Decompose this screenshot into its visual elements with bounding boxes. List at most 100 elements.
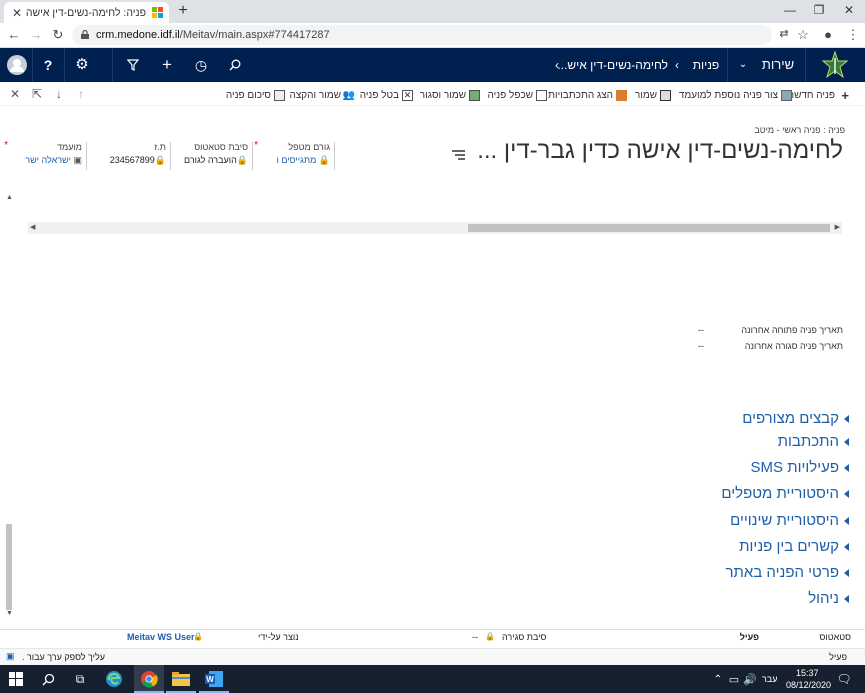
created-by-value[interactable]: Meitav WS User xyxy=(127,632,195,642)
profile-icon[interactable]: ● xyxy=(820,27,836,42)
last-closed-value: -- xyxy=(698,341,704,351)
search-icon[interactable] xyxy=(226,48,244,82)
chevron-down-icon[interactable]: ⌄ xyxy=(736,48,750,82)
id-number-label: ת.ז xyxy=(154,142,166,152)
previous-record-icon[interactable]: ↑ xyxy=(74,87,88,101)
assign-users-icon: 👥 xyxy=(342,89,355,101)
page-title: לחימה-נשים-דין אישה כדין גבר-דין ... xyxy=(477,137,843,164)
cancel-doc-icon: ✕ xyxy=(402,89,413,101)
lock-icon: 🔒 xyxy=(318,155,330,165)
horizontal-scrollbar[interactable]: ◀ ▶ xyxy=(28,222,842,234)
menu-dots-icon[interactable]: ⋮ xyxy=(845,27,861,43)
section-case-relations[interactable]: קשרים בין פניות xyxy=(739,538,849,555)
cancel-case-button[interactable]: ✕ בטל פניה xyxy=(360,88,413,102)
word-icon[interactable]: W xyxy=(204,669,224,689)
nav-record[interactable]: לחימה-נשים-דין איש... xyxy=(557,48,668,82)
save-and-close-button[interactable]: שמור וסגור xyxy=(420,88,480,102)
recent-history-icon[interactable]: ◷ xyxy=(192,48,210,82)
vertical-scrollbar[interactable]: ▲ ▼ xyxy=(4,192,14,620)
filter-icon[interactable] xyxy=(124,48,142,82)
lock-icon xyxy=(81,30,89,39)
section-site-details[interactable]: פרטי הפניה באתר xyxy=(725,564,849,581)
handler-value[interactable]: מתגייסים ו xyxy=(277,155,317,165)
show-correspondence-button[interactable]: הצג התכתבויות xyxy=(548,88,627,102)
volume-icon[interactable]: 🔊 xyxy=(740,669,760,689)
candidate-value[interactable]: ישראלה ישר xyxy=(25,155,71,165)
validation-hint: עליך לספק ערך עבור . xyxy=(22,652,106,662)
required-marker: * xyxy=(4,140,8,151)
summary-icon xyxy=(274,89,285,101)
minimize-icon[interactable]: — xyxy=(775,3,805,17)
section-correspondence[interactable]: התכתבות xyxy=(778,433,849,450)
section-handler-history[interactable]: היסטוריית מטפלים xyxy=(721,485,849,502)
handler-field[interactable]: * גורם מטפל 🔒 מתגייסים ו xyxy=(254,140,330,172)
forward-icon[interactable]: → xyxy=(28,27,44,42)
nav-service[interactable]: שירות xyxy=(758,48,798,82)
clock-time[interactable]: 15:37 xyxy=(796,668,819,678)
title-menu-icon[interactable] xyxy=(452,150,465,160)
id-number-field[interactable]: ת.ז 🔒234567899 xyxy=(96,142,166,172)
created-by-label: נוצר על-ידי xyxy=(258,632,299,642)
notifications-icon[interactable]: 🗨 xyxy=(834,669,854,689)
bookmark-star-icon[interactable]: ☆ xyxy=(795,27,811,43)
chrome-icon[interactable] xyxy=(139,669,159,689)
close-tab-icon[interactable]: ✕ xyxy=(10,6,24,20)
file-explorer-icon[interactable] xyxy=(171,669,191,689)
edge-icon[interactable] xyxy=(104,669,124,689)
save-and-assign-button[interactable]: 👥 שמור והקצה xyxy=(289,88,355,102)
footer-fields: סטאטוס פעיל סיבת סגירה -- 🔒 נוצר על-ידי … xyxy=(0,629,865,646)
next-record-icon[interactable]: ↓ xyxy=(52,87,66,101)
case-summary-button[interactable]: סיכום פניה xyxy=(226,88,285,102)
pop-out-icon[interactable]: ⇱ xyxy=(30,87,44,101)
task-view-icon[interactable]: ⧉ xyxy=(70,669,90,689)
close-window-icon[interactable]: ✕ xyxy=(834,3,864,17)
reload-icon[interactable]: ↻ xyxy=(50,27,66,43)
windows-start-icon[interactable] xyxy=(6,669,26,689)
nav-cases[interactable]: פניות xyxy=(690,48,722,82)
close-reason-label: סיבת סגירה xyxy=(502,632,547,642)
lock-icon: 🔒 xyxy=(485,632,495,641)
address-bar: ← → ↻ crm.medone.idf.il/Meitav/main.aspx… xyxy=(0,23,865,48)
new-tab-icon[interactable]: + xyxy=(174,2,192,20)
expand-triangle-icon xyxy=(844,437,849,446)
section-sms-activities[interactable]: פעילויות SMS xyxy=(751,459,849,476)
browser-tab[interactable]: פניה: לחימה-נשים-דין אישה כדין ג ✕ xyxy=(4,2,169,23)
status-reason-label: סיבת סטאטוס xyxy=(194,142,248,152)
save-icon xyxy=(660,89,671,101)
create-plus-icon[interactable]: + xyxy=(158,48,176,82)
input-language[interactable]: עבר xyxy=(762,674,777,684)
create-additional-case-button[interactable]: צור פניה נוספת למועמד xyxy=(679,88,792,102)
search-icon[interactable] xyxy=(38,669,58,689)
close-icon[interactable]: ✕ xyxy=(8,87,22,101)
clock-date[interactable]: 08/12/2020 xyxy=(786,680,831,690)
settings-gear-icon[interactable]: ⚙ xyxy=(72,48,92,82)
section-change-history[interactable]: היסטוריית שינויים xyxy=(730,512,849,529)
url-host: crm.medone.idf.il xyxy=(96,29,180,41)
required-marker: * xyxy=(254,140,258,151)
section-management[interactable]: ניהול xyxy=(808,590,849,607)
candidate-label: מועמד xyxy=(57,142,82,152)
section-attachments[interactable]: קבצים מצורפים xyxy=(742,410,849,427)
status-reason-value: הועברה לגורם xyxy=(183,155,237,165)
help-icon[interactable]: ? xyxy=(38,48,58,82)
expand-triangle-icon xyxy=(844,463,849,472)
last-open-value: -- xyxy=(698,325,704,335)
status-bar: ▣ עליך לספק ערך עבור . פעיל xyxy=(0,648,865,665)
candidate-field[interactable]: * מועמד ▣ ישראלה ישר xyxy=(4,140,82,172)
save-button[interactable]: שמור xyxy=(635,88,671,102)
expand-triangle-icon xyxy=(844,542,849,551)
duplicate-case-button[interactable]: שכפל פניה xyxy=(488,88,547,102)
lock-icon: 🔒 xyxy=(236,155,248,165)
new-case-button[interactable]: + פניה חדשה xyxy=(788,88,849,102)
status-reason-field[interactable]: סיבת סטאטוס 🔒הועברה לגורם xyxy=(176,142,248,172)
status-label: סטאטוס xyxy=(819,632,851,642)
last-closed-label: תאריך פניה סגורה אחרונה xyxy=(744,341,843,351)
back-icon[interactable]: ← xyxy=(6,27,22,42)
url-field[interactable]: crm.medone.idf.il/Meitav/main.aspx#77441… xyxy=(72,25,772,45)
restore-icon[interactable]: ❐ xyxy=(804,3,834,17)
add-case-icon xyxy=(781,89,792,101)
save-status-icon[interactable]: ▣ xyxy=(6,651,15,662)
id-number-value: 234567899 xyxy=(109,155,155,165)
user-avatar[interactable] xyxy=(4,48,30,82)
translate-icon[interactable]: ⇄ xyxy=(776,27,792,40)
